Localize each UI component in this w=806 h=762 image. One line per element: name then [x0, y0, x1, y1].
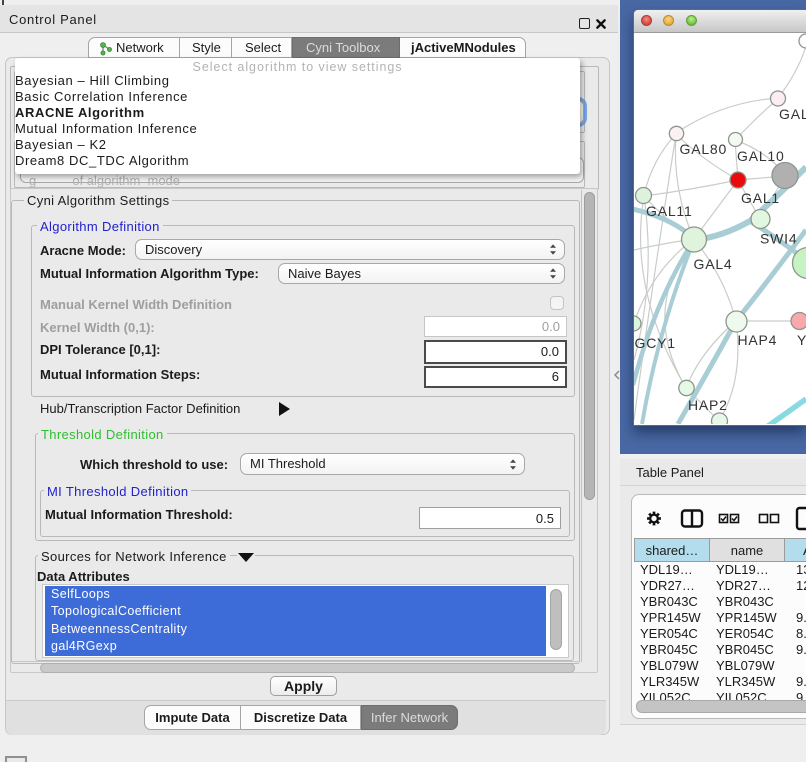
svg-text:Y: Y — [797, 332, 806, 348]
svg-text:HAP2: HAP2 — [688, 397, 728, 413]
svg-text:GCY1: GCY1 — [635, 335, 676, 351]
svg-text:GAL7: GAL7 — [779, 106, 806, 122]
svg-text:GAL80: GAL80 — [680, 141, 728, 157]
svg-text:SWI4: SWI4 — [760, 231, 797, 247]
svg-text:GAL10: GAL10 — [737, 148, 785, 164]
svg-text:HAP4: HAP4 — [738, 332, 778, 348]
svg-text:GAL4: GAL4 — [694, 256, 733, 272]
svg-text:GAL11: GAL11 — [646, 203, 693, 219]
svg-text:GAL1: GAL1 — [741, 190, 780, 206]
